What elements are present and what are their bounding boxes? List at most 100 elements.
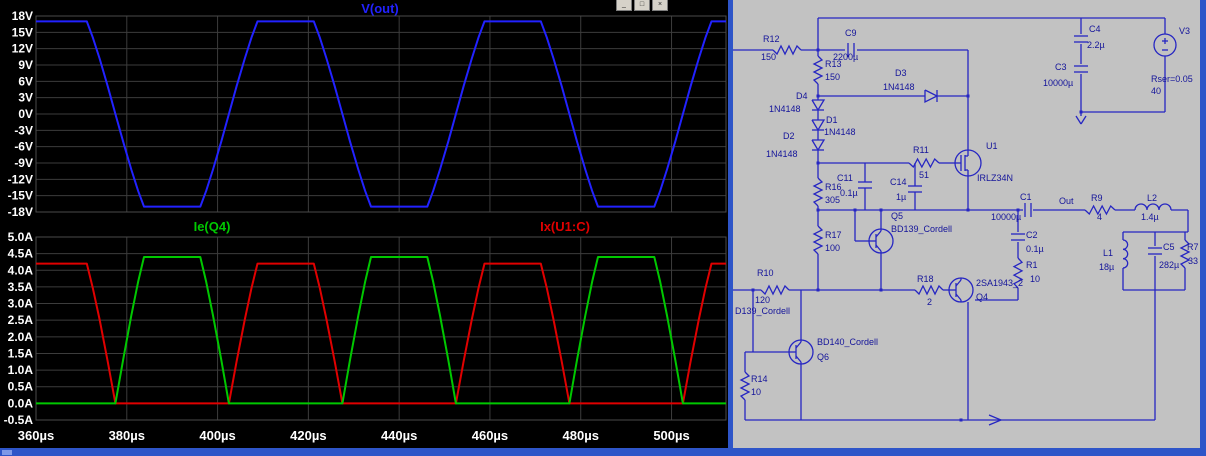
- component-label[interactable]: Out: [1059, 196, 1074, 206]
- resistor[interactable]: [772, 44, 802, 56]
- trace-title-vout[interactable]: V(out): [361, 1, 399, 16]
- resistor[interactable]: [760, 284, 790, 296]
- resistor[interactable]: [908, 157, 940, 169]
- diode[interactable]: [811, 99, 826, 112]
- component-label[interactable]: Rser=0.05: [1151, 74, 1193, 84]
- component-label[interactable]: R12: [763, 34, 780, 44]
- component-label[interactable]: 2SA1943_2: [976, 278, 1023, 288]
- component-label[interactable]: Q5: [891, 211, 903, 221]
- component-label[interactable]: L2: [1147, 193, 1157, 203]
- component-label[interactable]: 10000µ: [1043, 78, 1073, 88]
- transistor[interactable]: [795, 341, 802, 349]
- component-label[interactable]: 2.2µ: [1087, 40, 1105, 50]
- junction-dot: [966, 208, 970, 212]
- component-label[interactable]: C9: [845, 28, 857, 38]
- net-arrow[interactable]: [1075, 115, 1082, 125]
- component-label[interactable]: 4: [1097, 212, 1102, 222]
- component-label[interactable]: D3: [895, 68, 907, 78]
- schematic-canvas[interactable]: R12150C92200µR13150 D31N4148D41N4148D11N4…: [733, 0, 1200, 448]
- component-label[interactable]: BD140_Cordell: [817, 337, 878, 347]
- net-arrow[interactable]: [1080, 115, 1087, 125]
- component-label[interactable]: IRLZ34N: [977, 173, 1013, 183]
- y-tick-label: 9V: [18, 58, 33, 72]
- trace-title-ieq4[interactable]: Ie(Q4): [194, 219, 231, 234]
- component-label[interactable]: 0.1µ: [840, 188, 858, 198]
- inductor[interactable]: [1122, 239, 1129, 269]
- component-label[interactable]: D139_Cordell: [735, 306, 790, 316]
- plot-close-button[interactable]: ×: [652, 0, 668, 11]
- component-label[interactable]: 18µ: [1099, 262, 1114, 272]
- voltage-source[interactable]: [1153, 33, 1177, 57]
- component-label[interactable]: 2: [927, 297, 932, 307]
- component-label[interactable]: 1N4148: [769, 104, 801, 114]
- component-label[interactable]: D2: [783, 131, 795, 141]
- resistor[interactable]: [812, 177, 824, 207]
- component-label[interactable]: 40: [1151, 86, 1161, 96]
- component-label[interactable]: R10: [757, 268, 774, 278]
- component-label[interactable]: 1N4148: [766, 149, 798, 159]
- resistor[interactable]: [812, 225, 824, 255]
- component-label[interactable]: R17: [825, 230, 842, 240]
- transistor[interactable]: [795, 355, 802, 363]
- component-label[interactable]: R9: [1091, 193, 1103, 203]
- resistor[interactable]: [812, 55, 824, 85]
- component-label[interactable]: 150: [825, 72, 840, 82]
- component-label[interactable]: 282µ: [1159, 260, 1179, 270]
- component-label[interactable]: 150: [761, 52, 776, 62]
- transistor[interactable]: [875, 230, 882, 238]
- component-label[interactable]: 1µ: [896, 192, 906, 202]
- component-label[interactable]: 10: [1030, 274, 1040, 284]
- component-label[interactable]: R13: [825, 59, 842, 69]
- component-label[interactable]: 305: [825, 195, 840, 205]
- transistor[interactable]: [875, 244, 882, 252]
- resistor[interactable]: [914, 284, 944, 296]
- diode[interactable]: [924, 89, 939, 104]
- component-label[interactable]: 51: [919, 170, 929, 180]
- component-label[interactable]: 120: [755, 295, 770, 305]
- component-label[interactable]: R1: [1026, 260, 1038, 270]
- component-label[interactable]: Q4: [976, 292, 988, 302]
- transistor[interactable]: [955, 293, 962, 301]
- component-label[interactable]: 0.1µ: [1026, 244, 1044, 254]
- component-label[interactable]: 10000µ: [991, 212, 1021, 222]
- component-label[interactable]: C1: [1020, 192, 1032, 202]
- transistor[interactable]: [955, 279, 962, 287]
- component-label[interactable]: 100: [825, 243, 840, 253]
- component-label[interactable]: D1: [826, 115, 838, 125]
- inductor[interactable]: [1134, 203, 1172, 211]
- trace-title-ixu1c[interactable]: Ix(U1:C): [540, 219, 590, 234]
- plot-minimize-button[interactable]: _: [616, 0, 632, 11]
- component-label[interactable]: 33: [1188, 256, 1198, 266]
- x-tick-label: 360µs: [18, 428, 54, 443]
- diode[interactable]: [811, 119, 826, 132]
- y-tick-label: 3.0A: [8, 297, 34, 311]
- component-label[interactable]: L1: [1103, 248, 1113, 258]
- component-label[interactable]: BD139_Cordell: [891, 224, 952, 234]
- component-label[interactable]: 1.4µ: [1141, 212, 1159, 222]
- component-label[interactable]: C4: [1089, 24, 1101, 34]
- component-label[interactable]: C3: [1055, 62, 1067, 72]
- junction-dot: [853, 208, 857, 212]
- component-label[interactable]: C14: [890, 177, 907, 187]
- component-label[interactable]: C11: [837, 173, 853, 183]
- component-label[interactable]: 10: [751, 387, 761, 397]
- component-label[interactable]: C2: [1026, 230, 1038, 240]
- plot-restore-button[interactable]: □: [634, 0, 650, 11]
- resistor[interactable]: [739, 371, 751, 401]
- component-label[interactable]: R14: [751, 374, 768, 384]
- component-label[interactable]: 1N4148: [824, 127, 856, 137]
- component-label[interactable]: 1N4148: [883, 82, 915, 92]
- component-label[interactable]: R11: [913, 145, 929, 155]
- component-label[interactable]: C5: [1163, 242, 1175, 252]
- waveform-plot[interactable]: 18V 15V 12V 9V 6V 3V 0V -3V -6V -9V -12V -15V -18V 5.…: [0, 0, 728, 448]
- component-label[interactable]: R7: [1187, 242, 1199, 252]
- component-label[interactable]: Q6: [817, 352, 829, 362]
- y-tick-label: -18V: [8, 205, 33, 219]
- component-label[interactable]: D4: [796, 91, 808, 101]
- junction-dot: [879, 288, 883, 292]
- diode[interactable]: [811, 139, 826, 152]
- component-label[interactable]: R18: [917, 274, 934, 284]
- junction-dot: [959, 418, 963, 422]
- component-label[interactable]: V3: [1179, 26, 1190, 36]
- component-label[interactable]: U1: [986, 141, 998, 151]
